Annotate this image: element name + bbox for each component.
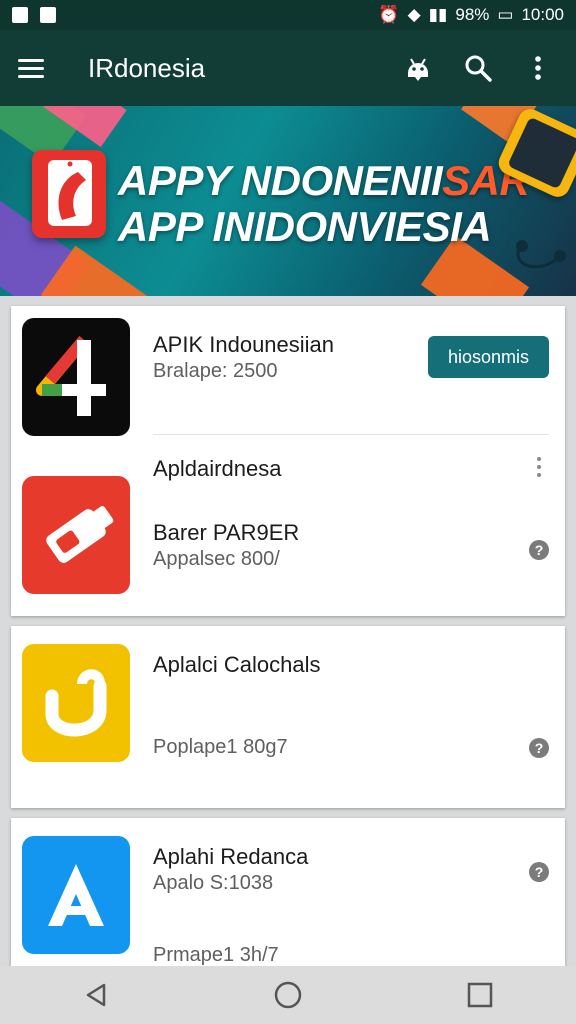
signal-icon: ▮▮ — [428, 5, 448, 24]
banner-app-logo — [32, 150, 106, 238]
app-card: Aplahi Redanca Apalo S:1038 Prmape1 3h/7… — [11, 818, 565, 978]
page-title: IRdonesia — [88, 52, 206, 83]
app-card: Aplalci Calochals Poplape1 80g7 ? — [11, 626, 565, 808]
image-notification-icon — [40, 7, 56, 23]
status-bar-right: ⏰ ◆ ▮▮ 98% ▭ 10:00 — [378, 5, 564, 25]
android-icon[interactable] — [398, 48, 438, 88]
app-downloads: Poplape1 80g7 — [153, 736, 288, 758]
promo-banner[interactable]: APPY NDONENIISAR APP INIDONVIESIA — [0, 106, 576, 296]
more-vert-icon[interactable] — [529, 452, 549, 482]
app-name[interactable]: Aplahi Redanca — [153, 844, 308, 870]
status-bar-left — [12, 7, 56, 23]
app-subtitle: Apalo S:1038 — [153, 872, 274, 894]
app-subtitle: Barer PAR9ER — [153, 520, 300, 545]
recents-icon[interactable] — [450, 970, 510, 1020]
app-bar-actions — [398, 48, 558, 88]
app-name[interactable]: Aplalci Calochals — [153, 652, 321, 678]
app-downloads: Bralape: 2500 — [153, 360, 278, 382]
help-icon[interactable]: ? — [529, 738, 549, 758]
more-vert-icon[interactable] — [518, 48, 558, 88]
menu-icon[interactable] — [18, 46, 62, 90]
banner-line1: APPY NDONENII — [118, 157, 443, 204]
help-icon[interactable]: ? — [529, 862, 549, 882]
app-name[interactable]: Apldairdnesa — [153, 456, 281, 482]
clock: 10:00 — [521, 5, 564, 24]
system-nav-bar — [0, 966, 576, 1024]
divider — [153, 434, 549, 435]
app-bar: IRdonesia — [0, 30, 576, 106]
wifi-icon: ◆ — [407, 5, 421, 24]
hook-icon[interactable] — [22, 644, 130, 762]
help-icon[interactable]: ? — [529, 540, 549, 560]
status-bar: ⏰ ◆ ▮▮ 98% ▭ 10:00 — [0, 0, 576, 30]
app-downloads: Prmape1 3h/7 — [153, 944, 279, 966]
notification-icon — [12, 7, 28, 23]
app-downloads: Appalsec 800/ — [153, 548, 280, 570]
four-logo-icon[interactable] — [22, 318, 130, 436]
app-name[interactable]: APIK Indounesiian — [153, 332, 334, 358]
search-icon[interactable] — [458, 48, 498, 88]
usb-icon[interactable] — [22, 476, 130, 594]
battery-icon: ▭ — [497, 5, 514, 24]
banner-headline: APPY NDONENIISAR APP INIDONVIESIA — [118, 157, 530, 250]
battery-percent: 98% — [455, 5, 490, 24]
banner-line2: APP INIDONVIESIA — [118, 203, 492, 250]
home-icon[interactable] — [258, 970, 318, 1020]
letter-a-icon[interactable] — [22, 836, 130, 954]
app-card: APIK Indounesiian Bralape: 2500 hiosonmi… — [11, 306, 565, 616]
install-button[interactable]: hiosonmis — [428, 336, 549, 378]
back-icon[interactable] — [66, 970, 126, 1020]
earphones-illustration — [516, 240, 566, 269]
alarm-icon: ⏰ — [378, 5, 400, 24]
